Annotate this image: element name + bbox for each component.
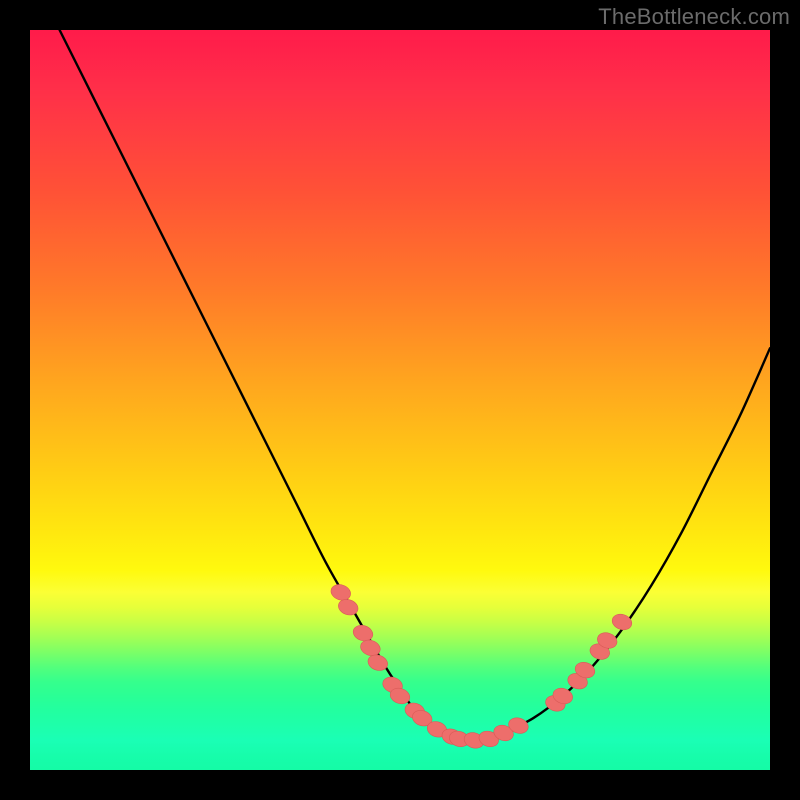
highlight-markers xyxy=(329,582,634,750)
chart-svg xyxy=(30,30,770,770)
bottleneck-curve xyxy=(60,30,770,741)
watermark-text: TheBottleneck.com xyxy=(598,4,790,30)
chart-plot-area xyxy=(30,30,770,770)
chart-frame: TheBottleneck.com xyxy=(0,0,800,800)
marker-dot xyxy=(610,612,634,632)
